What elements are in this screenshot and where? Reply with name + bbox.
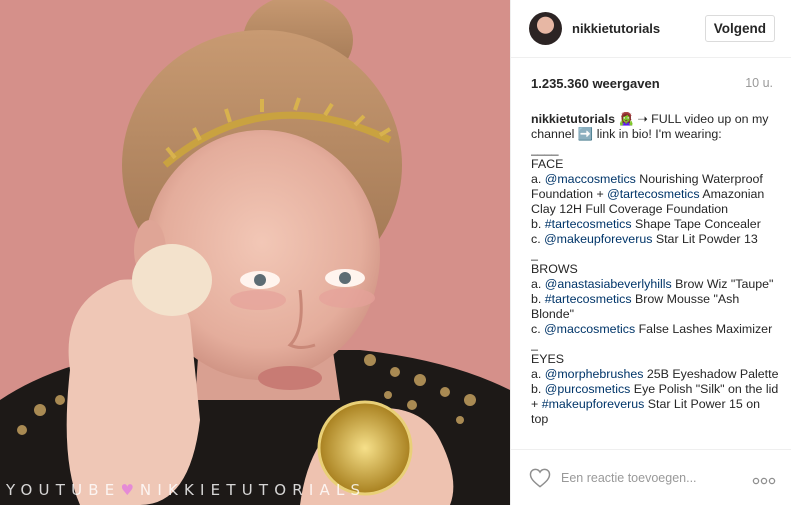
comment-input[interactable] (561, 470, 752, 485)
watermark-heart-icon: ♥ (120, 481, 140, 499)
post-side-panel: nikkietutorials Volgend 1.235.360 weerga… (510, 0, 791, 505)
more-options-icon[interactable] (752, 473, 776, 484)
post-stats: 1.235.360 weergaven 10 u. (511, 58, 791, 108)
caption-mention-link[interactable]: @anastasiabeverlyhills (545, 277, 672, 291)
post-timestamp[interactable]: 10 u. (745, 76, 773, 90)
caption-mention-link[interactable]: @maccosmetics (544, 322, 635, 336)
post-photo (0, 0, 510, 505)
caption-mention-link[interactable]: #tartecosmetics (545, 292, 632, 306)
caption-body: 🧟‍♀️ ➝ FULL video up on my channel ➡️ li… (531, 112, 779, 426)
post-header: nikkietutorials Volgend (511, 0, 791, 58)
caption-mention-link[interactable]: @morphebrushes (545, 367, 644, 381)
post-caption: nikkietutorials 🧟‍♀️ ➝ FULL video up on … (531, 112, 779, 446)
post-media[interactable]: YOUTUBE♥NIKKIETUTORIALS (0, 0, 510, 505)
watermark-right: NIKKIETUTORIALS (139, 481, 367, 499)
caption-mention-link[interactable]: @tartecosmetics (607, 187, 699, 201)
avatar[interactable] (529, 12, 562, 45)
caption-mention-link[interactable]: @maccosmetics (545, 172, 636, 186)
comment-bar (511, 449, 791, 505)
header-username[interactable]: nikkietutorials (572, 21, 705, 36)
view-count[interactable]: 1.235.360 weergaven (531, 76, 660, 91)
caption-mention-link[interactable]: @purcosmetics (545, 382, 631, 396)
caption-mention-link[interactable]: #makeupforeverus (542, 397, 645, 411)
video-watermark: YOUTUBE♥NIKKIETUTORIALS (6, 481, 504, 499)
watermark-left: YOUTUBE (6, 481, 121, 499)
heart-outline-icon[interactable] (529, 468, 551, 488)
caption-author[interactable]: nikkietutorials (531, 112, 615, 126)
caption-mention-link[interactable]: #tartecosmetics (545, 217, 632, 231)
caption-mention-link[interactable]: @makeupforeverus (544, 232, 652, 246)
following-button[interactable]: Volgend (704, 15, 775, 42)
